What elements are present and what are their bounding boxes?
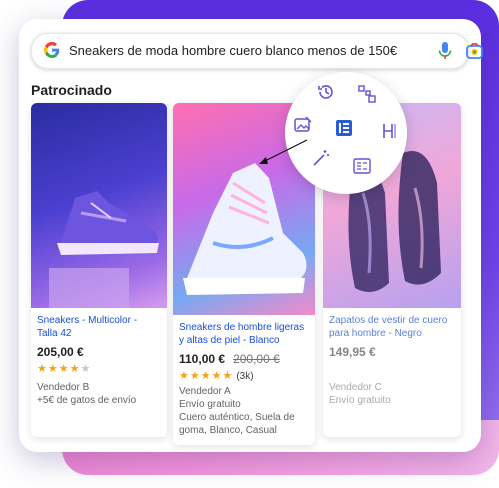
sneaker-image	[49, 191, 159, 308]
product-meta: Vendedor C Envío gratuito	[329, 382, 391, 406]
product-image[interactable]	[31, 103, 167, 308]
google-g-icon	[44, 42, 60, 58]
magic-wand-icon[interactable]	[311, 148, 331, 168]
data-block-icon[interactable]	[334, 118, 354, 138]
search-bar[interactable]: Sneakers de moda hombre cuero blanco men…	[31, 33, 483, 69]
product-price: 149,95 €	[329, 345, 376, 359]
product-price: 110,00 €200,00 €	[179, 352, 280, 366]
rating-stars: ★★★★★	[37, 363, 92, 375]
section-title: Patrocinado	[31, 82, 112, 98]
heading-icon[interactable]	[380, 121, 400, 141]
product-title[interactable]: Sneakers - Multicolor - Talla 42	[37, 314, 137, 340]
product-meta: Vendedor A Envío gratuito Cuero auténtic…	[179, 386, 295, 436]
search-input[interactable]: Sneakers de moda hombre cuero blanco men…	[69, 43, 397, 58]
layout-grid-icon[interactable]	[357, 84, 377, 104]
rating-stars: ★★★★★ (3k)	[179, 370, 254, 382]
image-edit-icon[interactable]	[293, 115, 313, 135]
camera-icon[interactable]	[466, 43, 483, 59]
layout-list-icon[interactable]	[352, 156, 372, 176]
rating-count: (3k)	[236, 371, 254, 382]
product-title[interactable]: Zapatos de vestir de cuero para hombre -…	[329, 314, 447, 340]
original-price: 200,00 €	[233, 352, 280, 366]
product-meta: Vendedor B +5€ de gatos de envío	[37, 382, 137, 406]
product-title[interactable]: Sneakers de hombre ligeras y altas de pi…	[179, 321, 304, 347]
product-card[interactable]: Sneakers - Multicolor - Talla 42 205,00 …	[31, 103, 167, 437]
history-icon[interactable]	[316, 82, 336, 102]
mic-icon[interactable]	[438, 42, 452, 60]
product-price: 205,00 €	[37, 345, 84, 359]
pointer-line	[259, 139, 308, 164]
